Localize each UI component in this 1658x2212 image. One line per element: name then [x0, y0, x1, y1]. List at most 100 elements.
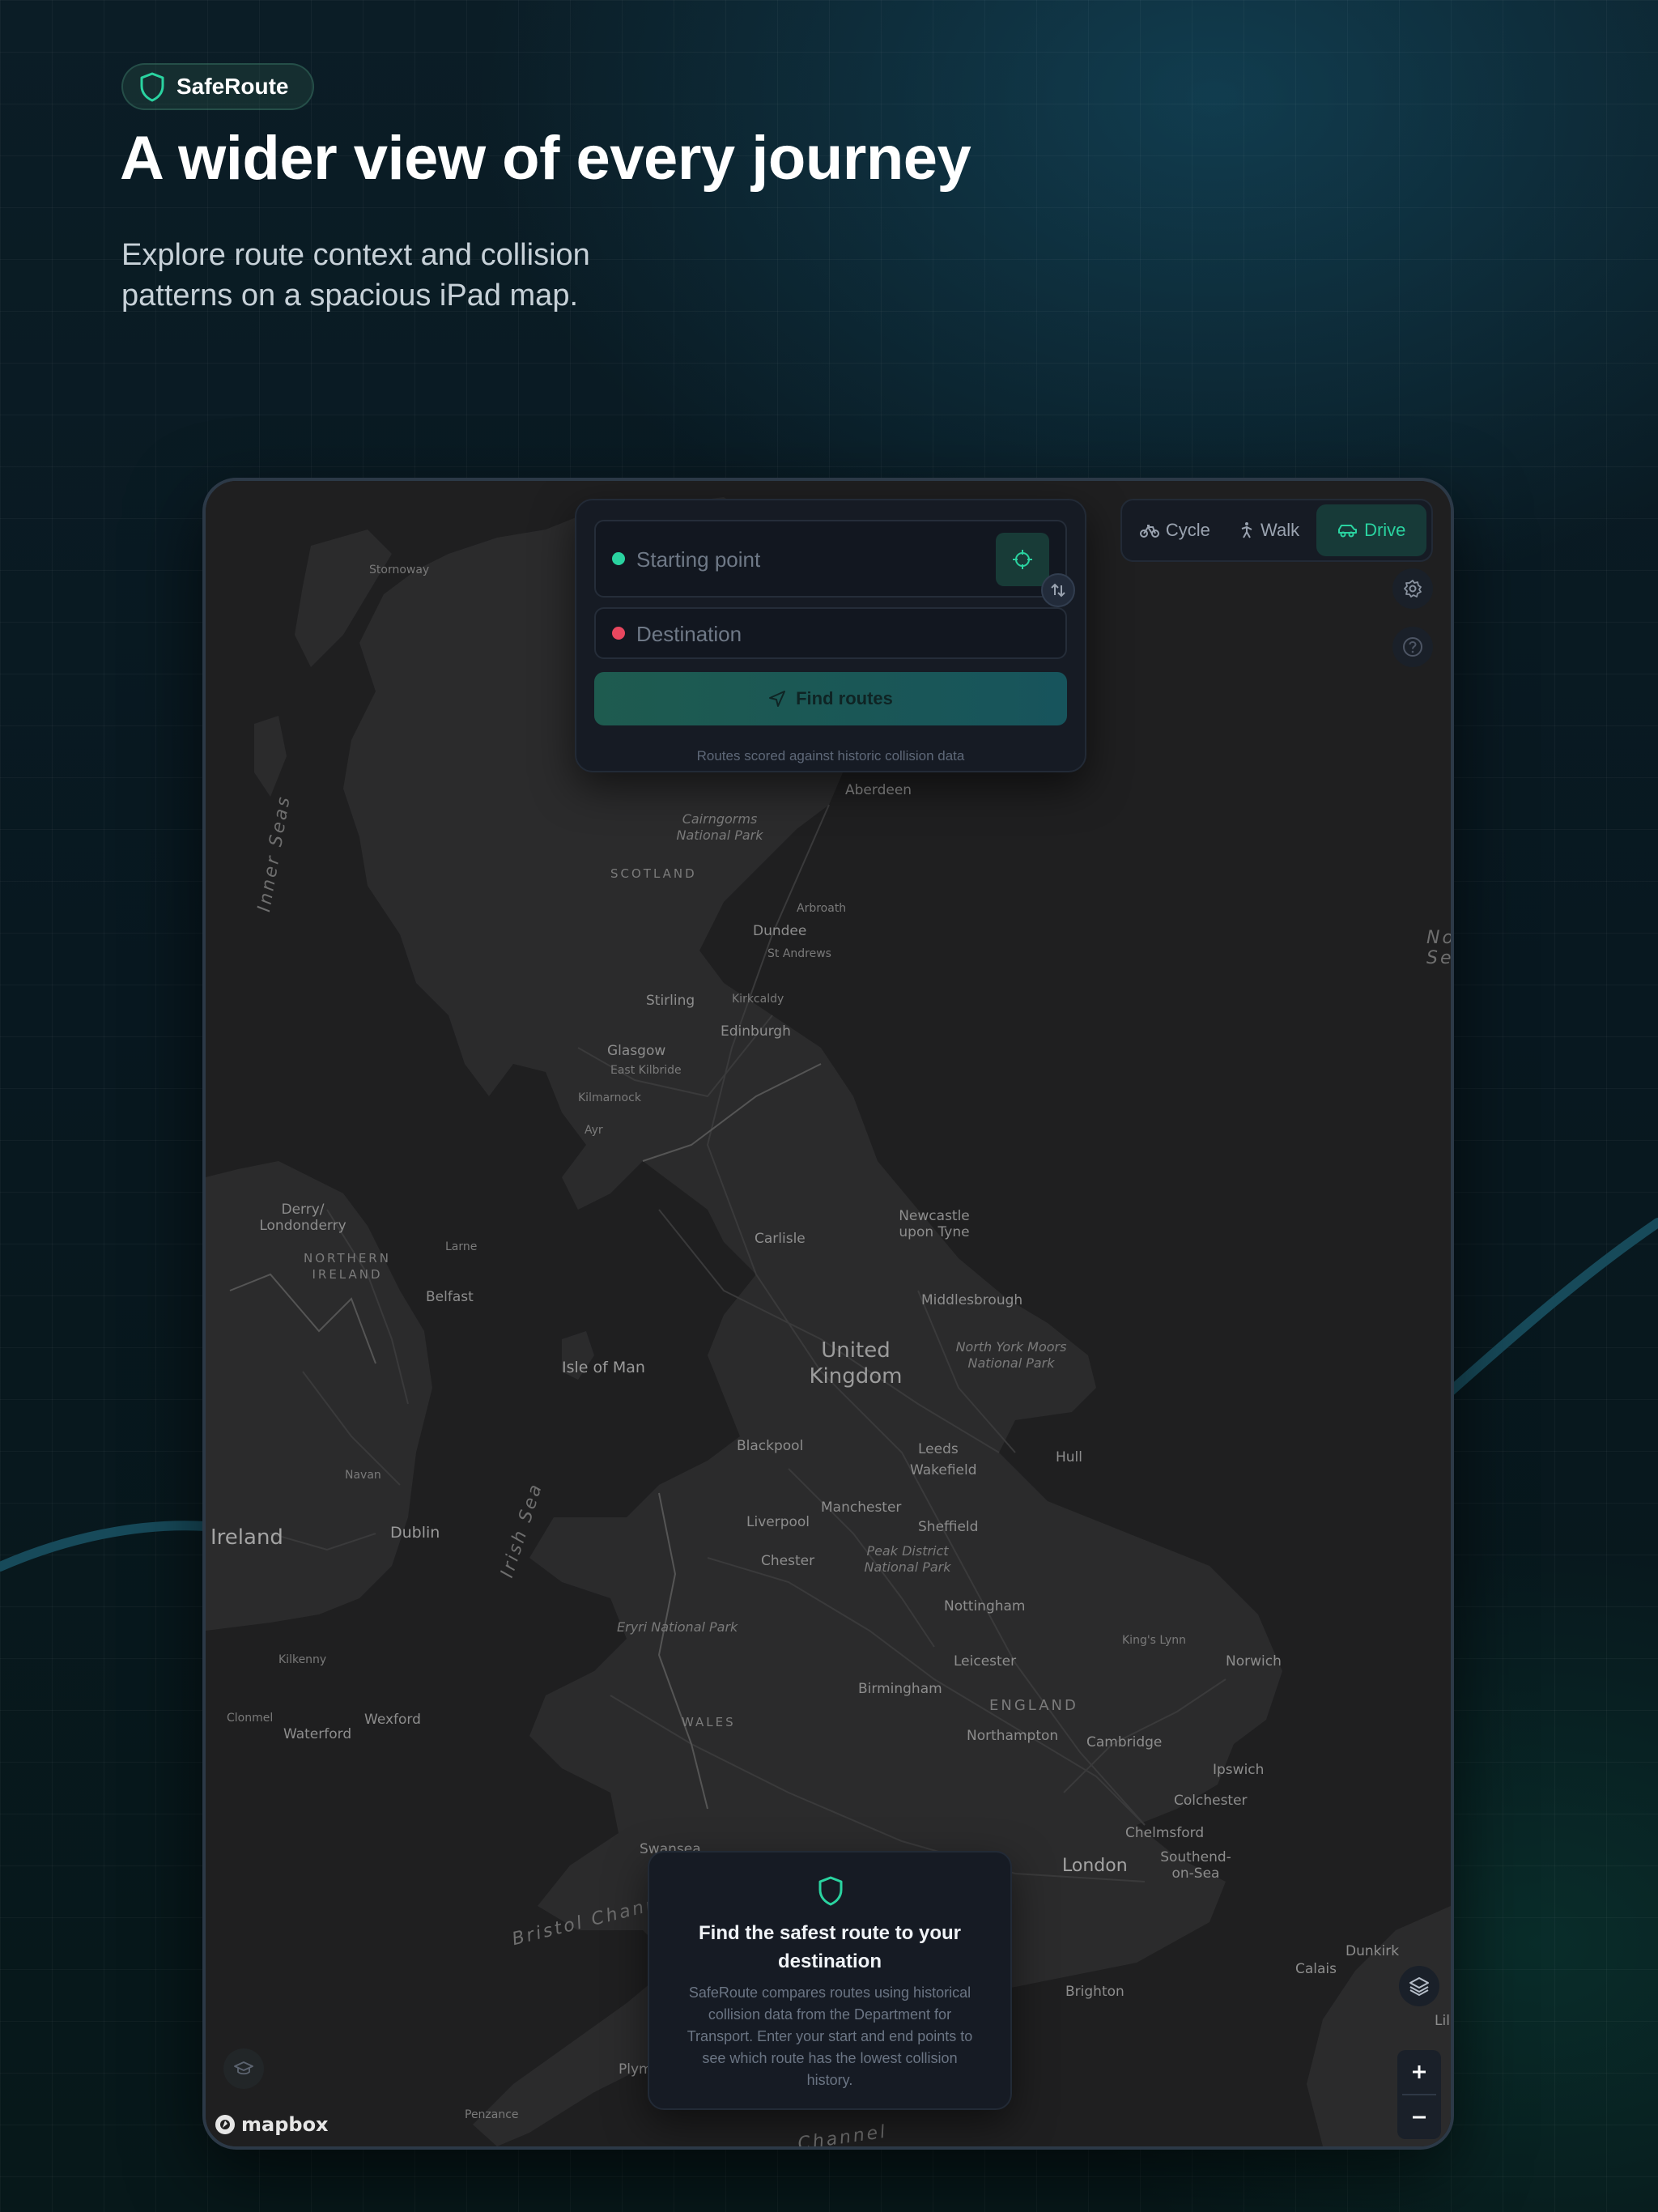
map-label: Derry/ Londonderry [259, 1202, 346, 1234]
plus-icon [1413, 2065, 1426, 2078]
map-layers-button[interactable] [1399, 1966, 1439, 2006]
map-label: Kirkcaldy [732, 993, 784, 1006]
map-label: SCOTLAND [610, 866, 697, 881]
map-label: Ireland [210, 1525, 283, 1550]
map-label: Stornoway [369, 564, 430, 576]
hero-title: A wider view of every journey [120, 124, 971, 193]
map-label: St Andrews [767, 947, 831, 960]
gear-icon [1404, 580, 1422, 598]
map-label: Edinburgh [721, 1023, 791, 1040]
map-label: Liverpool [746, 1514, 810, 1530]
map-label: Stirling [646, 993, 695, 1009]
map-label: Sheffield [918, 1519, 979, 1535]
shield-icon [136, 70, 168, 103]
brand-name: SafeRoute [176, 74, 289, 99]
mode-drive[interactable]: Drive [1316, 504, 1426, 556]
map-label: Clonmel [227, 1712, 274, 1725]
bicycle-icon [1139, 525, 1159, 538]
tutorial-button[interactable] [223, 2048, 264, 2089]
route-search-panel: Find routes Routes scored against histor… [575, 499, 1086, 772]
map-label: Aberdeen [845, 782, 912, 798]
hero-subtitle: Explore route context and collision patt… [121, 238, 590, 313]
mode-drive-label: Drive [1364, 520, 1406, 540]
map-label: North York Moors National Park [955, 1339, 1067, 1371]
map-label: United Kingdom [809, 1338, 903, 1389]
find-routes-button[interactable]: Find routes [594, 672, 1067, 725]
map-label: Larne [445, 1240, 478, 1253]
map-label: Peak District National Park [864, 1543, 951, 1575]
zoom-in-button[interactable] [1397, 2050, 1441, 2094]
question-icon [1403, 637, 1422, 657]
map-label: Carlisle [755, 1231, 806, 1247]
ipad-device-frame: Stornoway Aberdeen Cairngorms National P… [202, 478, 1454, 2150]
map-label: Dunkirk [1346, 1943, 1400, 1959]
use-current-location-button[interactable] [996, 533, 1049, 586]
safest-route-info-card: Find the safest route to your destinatio… [648, 1851, 1012, 2110]
map-label: Northampton [967, 1728, 1059, 1744]
map-label: Manchester [821, 1499, 902, 1516]
map-label: Middlesbrough [921, 1292, 1023, 1308]
map-label: Wakefield [910, 1462, 977, 1478]
map-label: Norwich [1226, 1653, 1282, 1670]
map-label: Dublin [390, 1524, 440, 1542]
map-label: Penzance [465, 2108, 519, 2121]
starting-point-input[interactable] [635, 521, 986, 598]
mode-cycle[interactable]: Cycle [1127, 504, 1223, 556]
map-label: Leeds [918, 1441, 959, 1457]
map-label: Chester [761, 1553, 815, 1569]
map-label: Chelmsford [1125, 1825, 1205, 1841]
map-label: Ayr [585, 1124, 603, 1137]
map-label: Nottingham [944, 1598, 1026, 1614]
map-label: Irish Sea [497, 1479, 547, 1580]
map-label: London [1062, 1856, 1128, 1876]
map-label: East Kilbride [610, 1064, 682, 1077]
map-label: NORTHERN IRELAND [304, 1251, 391, 1282]
car-icon [1338, 525, 1358, 538]
brand-badge: SafeRoute [121, 63, 314, 110]
swap-arrows-icon [1051, 583, 1065, 598]
map-label: Eryri National Park [617, 1619, 738, 1635]
map-label: Channel [797, 2121, 889, 2150]
starting-point-field [594, 520, 1067, 598]
crosshair-icon [1013, 550, 1032, 569]
travel-mode-selector: Cycle Walk Drive [1120, 499, 1433, 562]
map-label: Calais [1295, 1961, 1337, 1977]
mode-walk-label: Walk [1261, 520, 1300, 540]
settings-button[interactable] [1392, 568, 1433, 609]
map-label: Cairngorms National Park [676, 811, 763, 843]
destination-dot-icon [612, 627, 625, 640]
swap-points-button[interactable] [1041, 573, 1075, 607]
map-label: Newcastle upon Tyne [899, 1208, 970, 1240]
mapbox-wordmark: mapbox [241, 2113, 329, 2136]
map-label: Belfast [426, 1289, 474, 1305]
map-label: Colchester [1174, 1793, 1248, 1809]
graduation-cap-icon [234, 2061, 253, 2075]
help-button[interactable] [1392, 627, 1433, 667]
mapbox-logo-icon [215, 2115, 235, 2134]
map-label: Glasgow [607, 1043, 666, 1059]
navigation-arrow-icon [769, 691, 786, 707]
start-dot-icon [612, 552, 625, 565]
map-label: Waterford [283, 1726, 352, 1742]
zoom-out-button[interactable] [1397, 2095, 1441, 2139]
search-caption: Routes scored against historic collision… [696, 748, 965, 764]
map-label: North Sea [1426, 928, 1454, 968]
map-label: Navan [345, 1469, 381, 1482]
map-label: Arbroath [797, 902, 847, 915]
map-label: Ipswich [1213, 1762, 1265, 1778]
map-label: Cambridge [1086, 1734, 1163, 1750]
map-label: ENGLAND [989, 1697, 1078, 1714]
find-routes-label: Find routes [796, 688, 893, 708]
walking-icon [1241, 522, 1252, 538]
map-label: Dundee [753, 923, 807, 939]
map-label: WALES [682, 1715, 736, 1729]
map-label: Isle of Man [562, 1359, 645, 1376]
destination-input[interactable] [635, 609, 986, 659]
map-label: Inner Seas [254, 793, 295, 914]
map-label: Hull [1056, 1449, 1083, 1465]
mapbox-attribution[interactable]: mapbox [214, 2113, 329, 2136]
map-label: Blackpool [737, 1438, 804, 1454]
mode-walk[interactable]: Walk [1226, 504, 1313, 556]
map-label: Leicester [954, 1653, 1017, 1670]
map-label: Brighton [1065, 1984, 1124, 2000]
